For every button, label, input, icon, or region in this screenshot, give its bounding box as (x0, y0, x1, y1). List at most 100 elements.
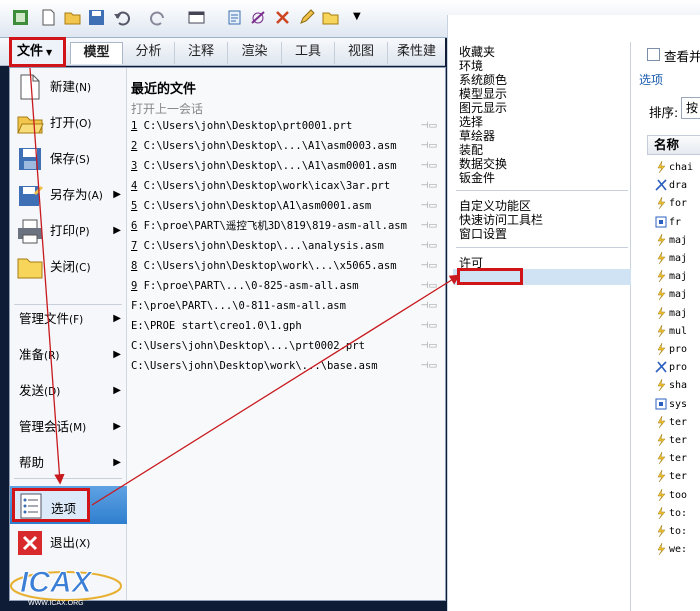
tab-render[interactable]: 渲染 (228, 42, 282, 64)
show-checkbox[interactable] (647, 48, 660, 61)
config-option-name: mul (669, 325, 688, 337)
config-option-row[interactable]: sha (657, 376, 700, 395)
menu-item-new-file[interactable]: 新建(N) (10, 70, 127, 104)
config-option-row[interactable]: chai (657, 158, 700, 177)
pin-icon[interactable]: ⊣▭ (421, 256, 437, 276)
menu-item-save-as[interactable]: 另存为(A) ▶ (10, 178, 127, 212)
recent-file-item[interactable]: 3 C:\Users\john\Desktop\...\A1\asm0001.a… (127, 156, 443, 176)
config-option-row[interactable]: ter (657, 413, 700, 432)
recent-file-item[interactable]: E:\PROE start\creo1.0\1.gph ⊣▭ (127, 316, 443, 336)
pin-icon[interactable]: ⊣▭ (421, 236, 437, 256)
sketch-icon[interactable] (250, 9, 267, 26)
save-icon[interactable] (88, 9, 105, 26)
pin-icon[interactable]: ⊣▭ (421, 276, 437, 296)
pin-icon[interactable]: ⊣▭ (421, 156, 437, 176)
tab-tools[interactable]: 工具 (282, 42, 335, 64)
pin-icon[interactable]: ⊣▭ (421, 296, 437, 316)
pin-icon[interactable]: ⊣▭ (421, 116, 437, 136)
config-option-row[interactable]: pro (657, 340, 700, 359)
open-icon[interactable] (64, 9, 81, 26)
category-item[interactable]: 选择 (459, 115, 483, 129)
recent-file-item[interactable]: 4 C:\Users\john\Desktop\work\icax\3ar.pr… (127, 176, 443, 196)
category-item[interactable]: 钣金件 (459, 171, 495, 185)
category-item[interactable]: 收藏夹 (459, 45, 495, 59)
pin-icon[interactable]: ⊣▭ (421, 136, 437, 156)
folder-icon[interactable] (322, 9, 339, 26)
config-option-row[interactable]: for (657, 194, 700, 213)
menu-item-close-folder[interactable]: 关闭(C) (10, 250, 127, 284)
recent-file-item[interactable]: 8 C:\Users\john\Desktop\work\...\x5065.a… (127, 256, 443, 276)
category-item[interactable]: 模型显示 (459, 87, 507, 101)
category-item[interactable]: 环境 (459, 59, 483, 73)
open-previous-session[interactable]: 打开上一会话 (131, 100, 203, 117)
config-option-row[interactable]: we: (657, 540, 700, 559)
menu-item-mid[interactable]: 帮助 ▶ (10, 448, 127, 478)
recent-file-item[interactable]: 6 F:\proe\PART\遥控飞机3D\819\819-asm-all.as… (127, 216, 443, 236)
new-icon[interactable] (40, 9, 57, 26)
menu-item-mid[interactable]: 管理会话(M) ▶ (10, 412, 127, 442)
config-option-row[interactable]: to: (657, 522, 700, 541)
category-item[interactable]: 窗口设置 (459, 227, 507, 241)
config-option-row[interactable]: mul (657, 322, 700, 341)
redo-icon[interactable] (150, 9, 167, 26)
category-item[interactable]: 装配 (459, 143, 483, 157)
exit-menu-item[interactable]: 退出(X) (10, 526, 127, 560)
pin-icon[interactable]: ⊣▭ (421, 196, 437, 216)
config-option-row[interactable]: ter (657, 449, 700, 468)
recent-file-item[interactable]: C:\Users\john\Desktop\...\prt0002.prt ⊣▭ (127, 336, 443, 356)
category-item[interactable]: 系统颜色 (459, 73, 507, 87)
category-item[interactable]: 快速访问工具栏 (459, 213, 543, 227)
menu-item-mid[interactable]: 管理文件(F) ▶ (10, 304, 127, 334)
category-item[interactable]: 数据交换 (459, 157, 507, 171)
recent-file-item[interactable]: 1 C:\Users\john\Desktop\prt0001.prt ⊣▭ (127, 116, 443, 136)
config-option-row[interactable]: maj (657, 249, 700, 268)
pin-icon[interactable]: ⊣▭ (421, 336, 437, 356)
menu-item-mid[interactable]: 发送(D) ▶ (10, 376, 127, 406)
pencil-icon[interactable] (298, 9, 315, 26)
menu-item-print[interactable]: 打印(P) ▶ (10, 214, 127, 248)
tab-flexible-modeling[interactable]: 柔性建 (388, 42, 445, 64)
recent-file-item[interactable]: 7 C:\Users\john\Desktop\...\analysis.asm… (127, 236, 443, 256)
regenerate-icon[interactable] (226, 9, 243, 26)
recent-file-item[interactable]: 9 F:\proe\PART\...\0-825-asm-all.asm ⊣▭ (127, 276, 443, 296)
window-icon[interactable] (188, 9, 205, 26)
undo-icon[interactable] (113, 9, 130, 26)
options-menu-item[interactable]: 选项 (10, 486, 127, 524)
menu-item-save[interactable]: 保存(S) (10, 142, 127, 176)
config-option-row[interactable]: maj (657, 304, 700, 323)
config-option-row[interactable]: maj (657, 267, 700, 286)
file-menu-button[interactable]: 文件 ▼ (9, 37, 66, 67)
config-option-row[interactable]: ter (657, 431, 700, 450)
config-option-row[interactable]: ter (657, 467, 700, 486)
menu-item-open-folder[interactable]: 打开(O) (10, 106, 127, 140)
config-option-row[interactable]: maj (657, 285, 700, 304)
sort-select[interactable]: 按 (681, 97, 700, 119)
config-option-row[interactable]: to: (657, 504, 700, 523)
pin-icon[interactable]: ⊣▭ (421, 216, 437, 236)
recent-file-item[interactable]: 5 C:\Users\john\Desktop\A1\asm0001.asm ⊣… (127, 196, 443, 216)
config-option-row[interactable]: maj (657, 231, 700, 250)
config-option-row[interactable]: pro (655, 358, 700, 377)
tab-analysis[interactable]: 分析 (123, 42, 175, 64)
category-item[interactable]: 图元显示 (459, 101, 507, 115)
config-option-row[interactable]: too (657, 486, 700, 505)
recent-file-item[interactable]: F:\proe\PART\...\0-811-asm-all.asm ⊣▭ (127, 296, 443, 316)
recent-file-item[interactable]: C:\Users\john\Desktop\work\...\base.asm … (127, 356, 443, 376)
pin-icon[interactable]: ⊣▭ (421, 316, 437, 336)
name-column-header[interactable]: 名称 (647, 135, 700, 155)
customize-dropdown-icon[interactable]: ▼ (353, 11, 361, 22)
recent-file-item[interactable]: 2 C:\Users\john\Desktop\...\A1\asm0003.a… (127, 136, 443, 156)
tab-model[interactable]: 模型 (70, 42, 123, 64)
config-option-row[interactable]: dra (655, 176, 700, 195)
pin-icon[interactable]: ⊣▭ (421, 356, 437, 376)
app-icon[interactable] (12, 9, 29, 26)
menu-item-mid[interactable]: 准备(R) ▶ (10, 340, 127, 370)
config-option-row[interactable]: sys (655, 395, 700, 414)
tab-view[interactable]: 视图 (335, 42, 388, 64)
config-option-row[interactable]: fr (655, 213, 700, 232)
category-item[interactable]: 草绘器 (459, 129, 495, 143)
pin-icon[interactable]: ⊣▭ (421, 176, 437, 196)
tab-annotate[interactable]: 注释 (175, 42, 228, 64)
delete-icon[interactable] (274, 9, 291, 26)
category-item[interactable]: 自定义功能区 (459, 199, 531, 213)
